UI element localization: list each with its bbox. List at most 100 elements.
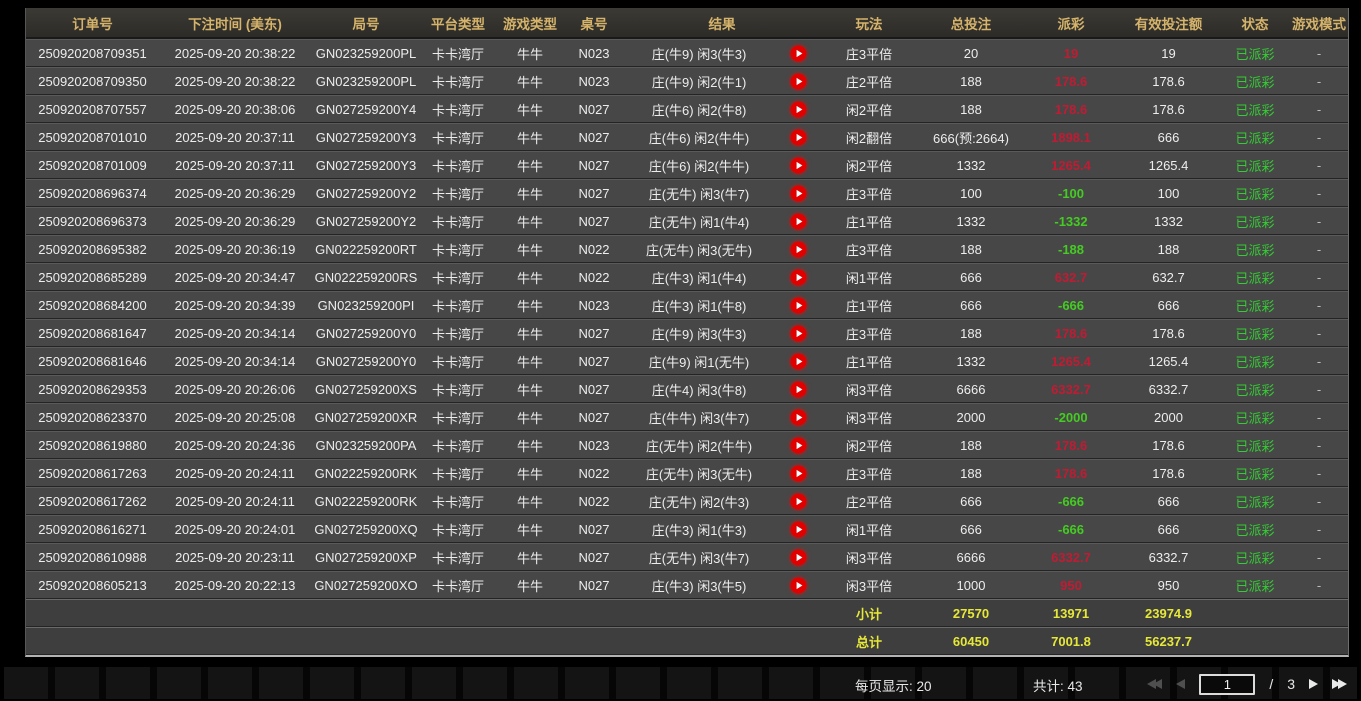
- cell-round-number: GN027259200XS: [311, 375, 421, 403]
- cell-valid-bet: 666: [1117, 515, 1220, 543]
- cell-game-mode: -: [1290, 459, 1348, 487]
- col-header-valid-bet: 有效投注额: [1117, 8, 1220, 39]
- col-header-status: 状态: [1220, 8, 1290, 39]
- cell-game-mode: -: [1290, 515, 1348, 543]
- cell-game-mode: -: [1290, 319, 1348, 347]
- total-spacer: [26, 627, 821, 655]
- cell-game-mode: -: [1290, 67, 1348, 95]
- cell-status: 已派彩: [1220, 515, 1290, 543]
- cell-platform-type: 卡卡湾厅: [421, 571, 495, 599]
- bet-records-panel: 订单号 下注时间 (美东) 局号 平台类型 游戏类型 桌号 结果 玩法 总投注 …: [25, 8, 1347, 657]
- cell-platform-type: 卡卡湾厅: [421, 39, 495, 67]
- cell-game-mode: -: [1290, 39, 1348, 67]
- cell-payout: -1332: [1025, 207, 1117, 235]
- cell-order-number: 250920208681647: [26, 319, 159, 347]
- replay-play-icon[interactable]: [790, 213, 807, 230]
- cell-replay: [775, 543, 821, 571]
- cell-game-type: 牛牛: [495, 151, 565, 179]
- cell-payout: 178.6: [1025, 319, 1117, 347]
- cell-bet-time: 2025-09-20 20:36:19: [159, 235, 311, 263]
- replay-play-icon[interactable]: [790, 185, 807, 202]
- cell-bet-time: 2025-09-20 20:34:47: [159, 263, 311, 291]
- table-row: 250920208617263 2025-09-20 20:24:11 GN02…: [26, 459, 1348, 487]
- replay-play-icon[interactable]: [790, 409, 807, 426]
- replay-play-icon[interactable]: [790, 129, 807, 146]
- cell-result: 庄(无牛) 闲3(无牛): [623, 235, 775, 263]
- cell-status: 已派彩: [1220, 431, 1290, 459]
- cell-game-type: 牛牛: [495, 263, 565, 291]
- col-header-order: 订单号: [26, 8, 159, 39]
- replay-play-icon[interactable]: [790, 577, 807, 594]
- replay-play-icon[interactable]: [790, 73, 807, 90]
- cell-game-mode: -: [1290, 571, 1348, 599]
- cell-round-number: GN027259200Y2: [311, 207, 421, 235]
- cell-game-type: 牛牛: [495, 123, 565, 151]
- cell-round-number: GN022259200RT: [311, 235, 421, 263]
- table-row: 250920208605213 2025-09-20 20:22:13 GN02…: [26, 571, 1348, 599]
- cell-valid-bet: 178.6: [1117, 67, 1220, 95]
- replay-play-icon[interactable]: [790, 549, 807, 566]
- cell-total-bet: 666: [917, 487, 1025, 515]
- replay-play-icon[interactable]: [790, 521, 807, 538]
- cell-result: 庄(牛3) 闲1(牛4): [623, 263, 775, 291]
- table-row: 250920208685289 2025-09-20 20:34:47 GN02…: [26, 263, 1348, 291]
- cell-play-method: 闲3平倍: [821, 375, 917, 403]
- cell-total-bet: 1332: [917, 207, 1025, 235]
- cell-play-method: 闲1平倍: [821, 515, 917, 543]
- cell-game-type: 牛牛: [495, 291, 565, 319]
- last-page-icon[interactable]: [1332, 679, 1347, 689]
- cell-total-bet: 188: [917, 431, 1025, 459]
- prev-page-icon[interactable]: [1176, 679, 1185, 689]
- cell-play-method: 闲3平倍: [821, 571, 917, 599]
- cell-total-bet: 20: [917, 39, 1025, 67]
- cell-result: 庄(牛9) 闲2(牛1): [623, 67, 775, 95]
- cell-replay: [775, 403, 821, 431]
- cell-payout: -100: [1025, 179, 1117, 207]
- cell-valid-bet: 19: [1117, 39, 1220, 67]
- cell-bet-time: 2025-09-20 20:24:36: [159, 431, 311, 459]
- bet-records-overlay: 订单号 下注时间 (美东) 局号 平台类型 游戏类型 桌号 结果 玩法 总投注 …: [0, 0, 1361, 701]
- cell-play-method: 闲2翻倍: [821, 123, 917, 151]
- cell-table-number: N023: [565, 67, 623, 95]
- replay-play-icon[interactable]: [790, 325, 807, 342]
- cell-play-method: 闲3平倍: [821, 543, 917, 571]
- cell-result: 庄(无牛) 闲1(牛4): [623, 207, 775, 235]
- replay-play-icon[interactable]: [790, 493, 807, 510]
- cell-status: 已派彩: [1220, 95, 1290, 123]
- replay-play-icon[interactable]: [790, 269, 807, 286]
- col-header-time: 下注时间 (美东): [159, 8, 311, 39]
- replay-play-icon[interactable]: [790, 101, 807, 118]
- orders-tbody: 250920208709351 2025-09-20 20:38:22 GN02…: [26, 39, 1348, 599]
- next-page-icon[interactable]: [1309, 679, 1318, 689]
- page-number-input[interactable]: [1199, 674, 1255, 695]
- cell-bet-time: 2025-09-20 20:38:22: [159, 67, 311, 95]
- replay-play-icon[interactable]: [790, 437, 807, 454]
- cell-table-number: N022: [565, 235, 623, 263]
- cell-status: 已派彩: [1220, 319, 1290, 347]
- cell-platform-type: 卡卡湾厅: [421, 235, 495, 263]
- replay-play-icon[interactable]: [790, 157, 807, 174]
- cell-status: 已派彩: [1220, 375, 1290, 403]
- replay-play-icon[interactable]: [790, 297, 807, 314]
- bet-records-table: 订单号 下注时间 (美东) 局号 平台类型 游戏类型 桌号 结果 玩法 总投注 …: [25, 8, 1349, 657]
- cell-round-number: GN027259200XO: [311, 571, 421, 599]
- subtotal-spacer: [26, 599, 821, 627]
- replay-play-icon[interactable]: [790, 465, 807, 482]
- cell-game-mode: -: [1290, 431, 1348, 459]
- replay-play-icon[interactable]: [790, 353, 807, 370]
- cell-game-type: 牛牛: [495, 375, 565, 403]
- cell-round-number: GN023259200PL: [311, 39, 421, 67]
- cell-round-number: GN027259200Y0: [311, 347, 421, 375]
- cell-order-number: 250920208681646: [26, 347, 159, 375]
- cell-table-number: N027: [565, 95, 623, 123]
- replay-play-icon[interactable]: [790, 45, 807, 62]
- per-page-display: 每页显示: 20: [855, 675, 932, 695]
- per-page-value: 20: [917, 679, 932, 694]
- cell-game-type: 牛牛: [495, 487, 565, 515]
- replay-play-icon[interactable]: [790, 241, 807, 258]
- table-row: 250920208616271 2025-09-20 20:24:01 GN02…: [26, 515, 1348, 543]
- first-page-icon[interactable]: [1147, 679, 1162, 689]
- replay-play-icon[interactable]: [790, 381, 807, 398]
- cell-valid-bet: 1332: [1117, 207, 1220, 235]
- cell-total-bet: 188: [917, 67, 1025, 95]
